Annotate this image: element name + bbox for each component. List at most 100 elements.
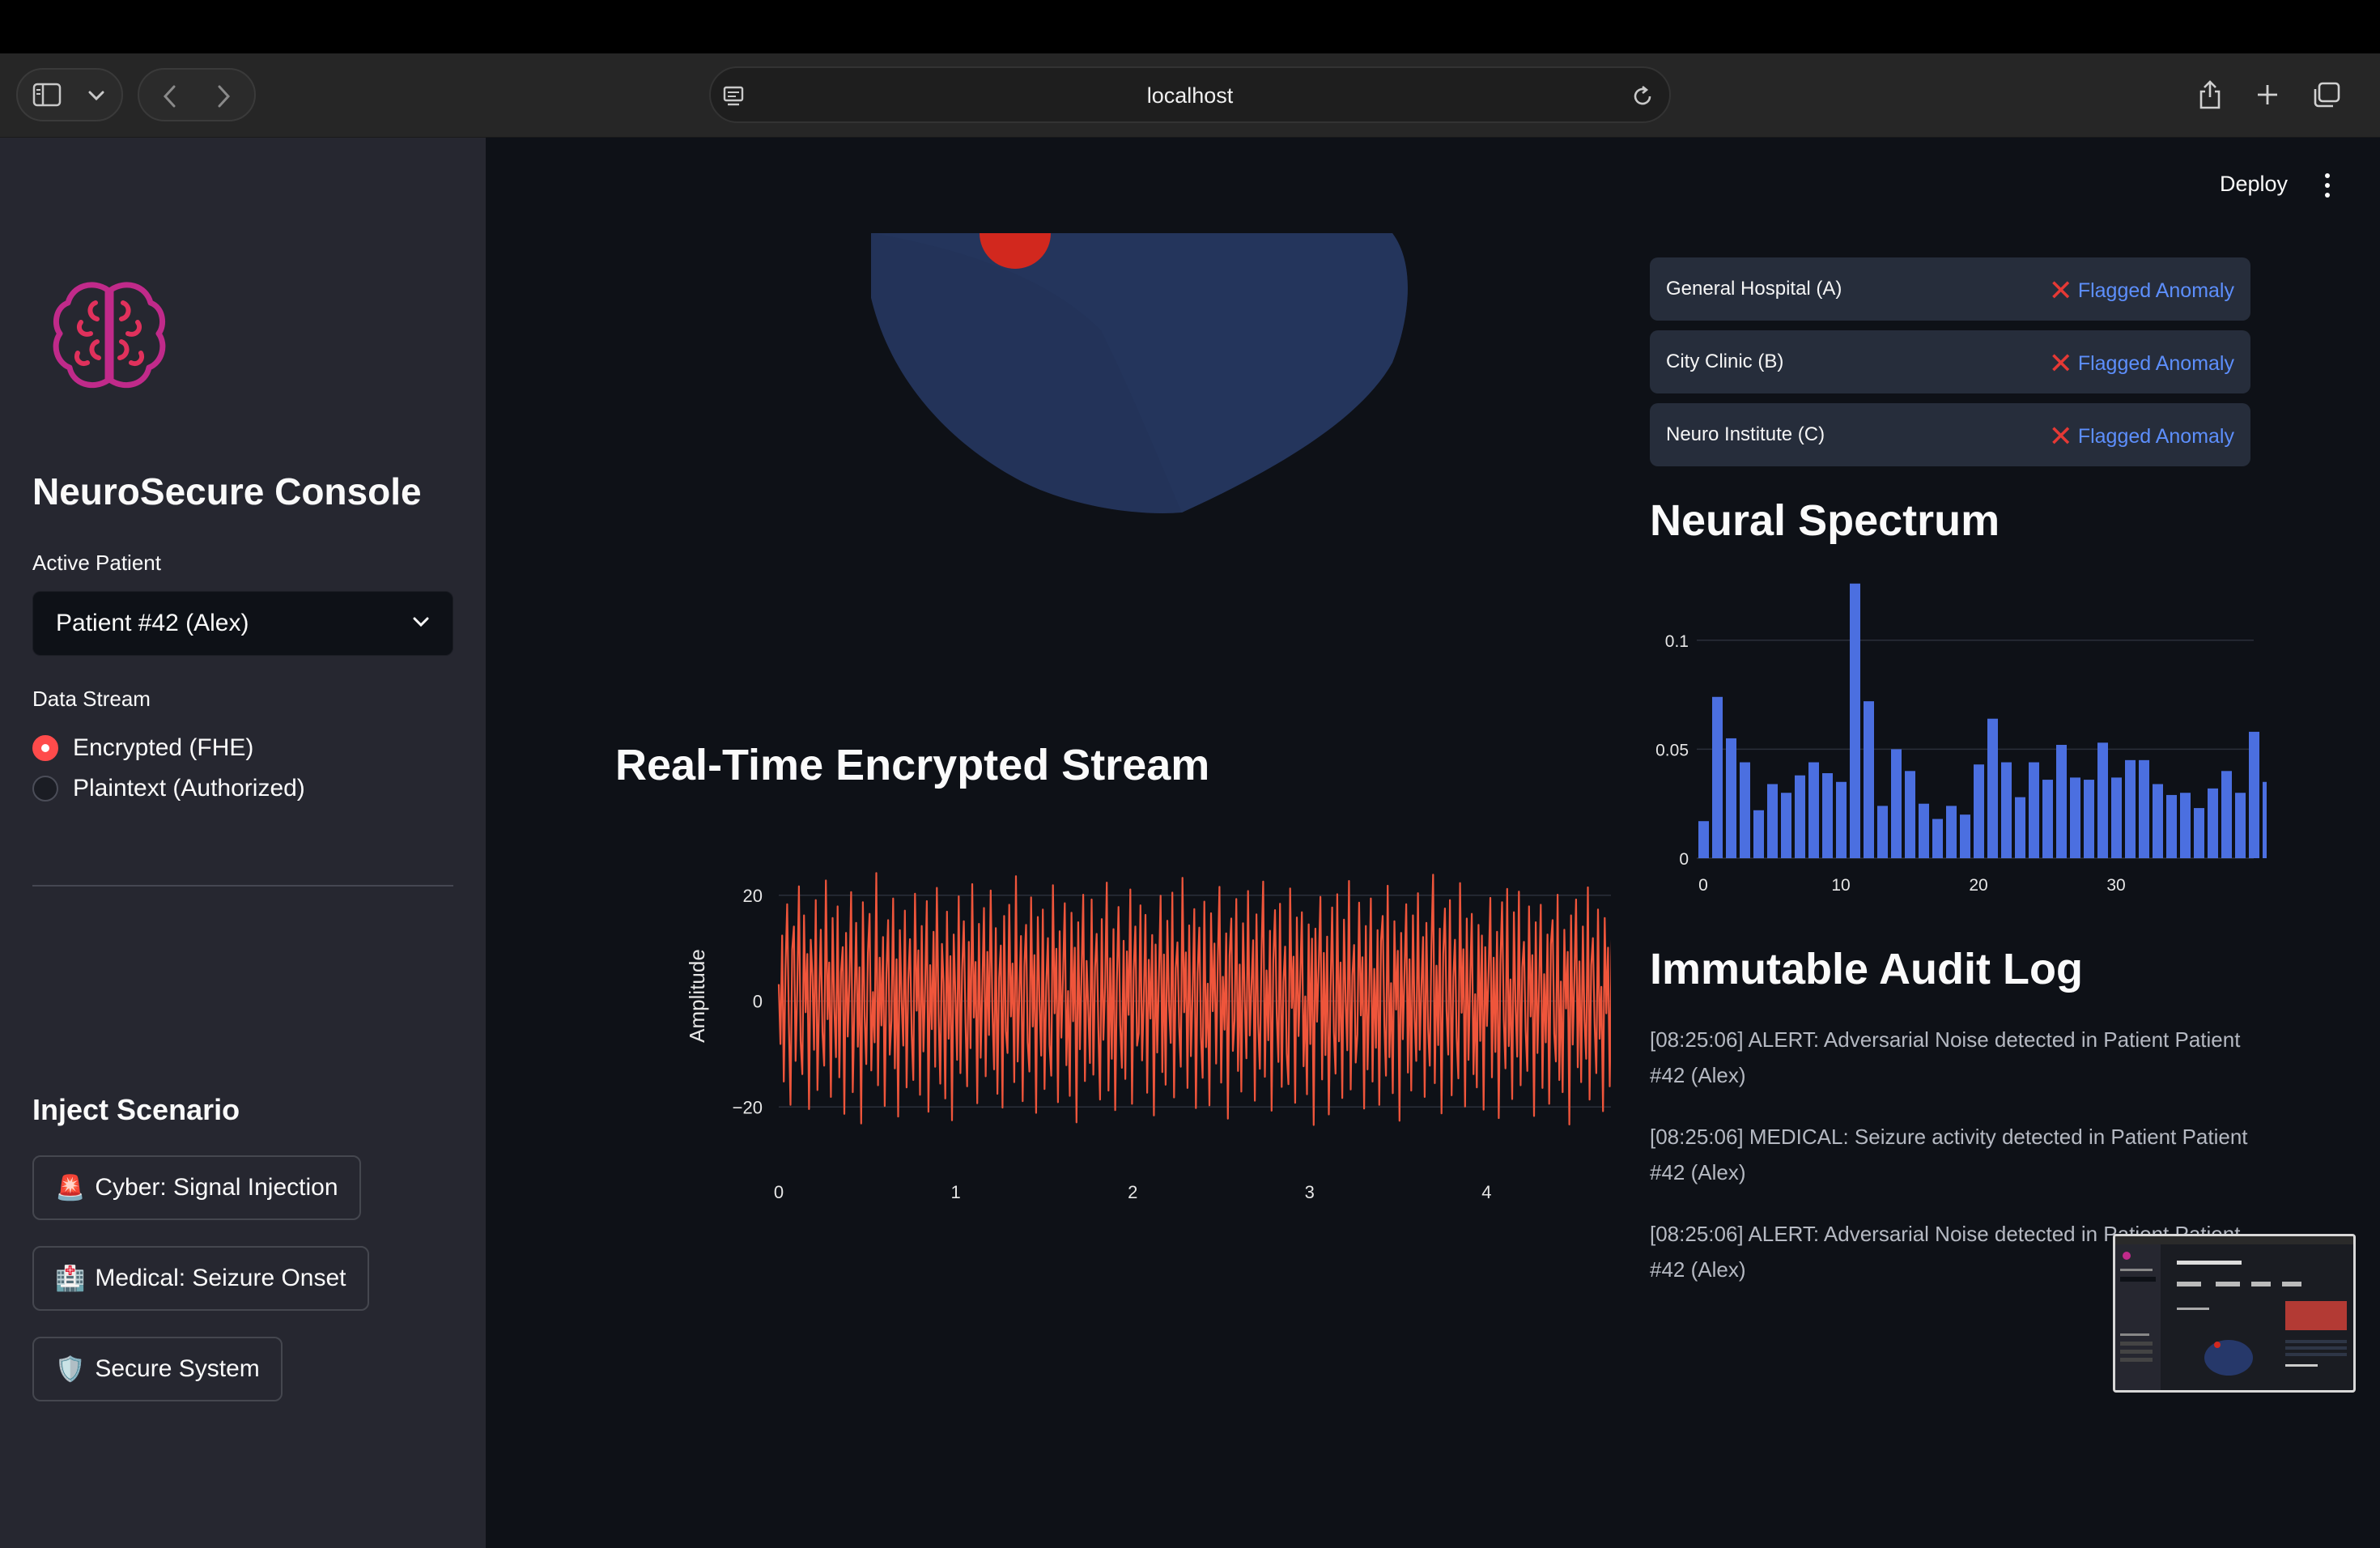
shield-icon: 🛡️ [55,1354,86,1384]
anomaly-map-3d[interactable] [858,233,1441,525]
new-tab-icon[interactable] [2255,83,2280,107]
spectrum-bar [2249,731,2259,858]
spectrum-bar [2097,742,2108,858]
patient-select-label: Active Patient [32,551,161,575]
spectrum-bar [2084,780,2094,858]
back-icon[interactable] [160,84,180,108]
spectrum-bar [1987,718,1998,858]
spectrum-bar [1946,806,1957,858]
chevron-down-icon[interactable] [87,89,105,102]
spectrum-bar [2208,788,2218,858]
spectrum-bar [1919,803,1929,858]
spectrum-bar [1726,738,1736,858]
spectrum-bar [2070,777,2080,858]
chevron-down-icon [413,617,429,627]
screenshot-thumbnail[interactable] [2113,1234,2356,1393]
spectrum-bar [1877,806,1888,858]
x-tick-label: 1 [950,1182,960,1202]
y-tick-label: 0 [1679,850,1689,869]
status-text: Flagged Anomaly [2077,351,2234,375]
spectrum-bar [2166,794,2177,858]
nav-buttons-group [138,68,256,121]
hospital-status: ✕ Flagged Anomaly [2049,349,2234,378]
hospital-name: Neuro Institute (C) [1666,423,1825,445]
stream-title: Real-Time Encrypted Stream [615,741,1210,789]
y-tick-label: 0.05 [1655,741,1689,759]
sidebar-icon[interactable] [32,83,62,107]
radio-unselected-icon[interactable] [32,776,58,802]
sidebar-title: NeuroSecure Console [32,470,422,512]
y-tick-label: −20 [733,1097,763,1117]
x-tick-label: 30 [2106,876,2125,895]
main-menu-icon[interactable] [2323,173,2331,201]
spectrum-bar [1753,810,1764,858]
spectrum-bar [1850,583,1860,858]
spectrum-title: Neural Spectrum [1650,496,2000,545]
spectrum-bar [1795,775,1805,858]
hospital-row: General Hospital (A) ✕ Flagged Anomaly [1650,257,2250,321]
y-tick-label: 0.1 [1665,632,1689,651]
sidebar-divider [32,885,453,887]
spectrum-bar [2125,759,2136,858]
forward-icon[interactable] [214,84,233,108]
radio-option-plaintext[interactable]: Plaintext (Authorized) [32,772,305,805]
share-icon[interactable] [2197,79,2223,110]
spectrum-bar [1698,821,1709,858]
spectrum-bar [2194,808,2204,858]
hospital-name: City Clinic (B) [1666,351,1784,372]
spectrum-bar [1905,771,1915,858]
sidebar-toggle-group[interactable] [16,68,123,121]
spectrum-bar [2029,762,2039,858]
spectrum-bar [2221,771,2232,858]
x-tick-label: 0 [774,1182,784,1202]
spectrum-bar [2001,762,2012,858]
x-tick-label: 2 [1128,1182,1137,1202]
spectrum-bar [1767,784,1778,858]
button-label: Secure System [95,1355,260,1382]
spectrum-bar [2263,781,2267,858]
y-tick-label: 20 [743,886,763,906]
window-top-strip [0,0,2380,53]
x-tick-label: 20 [1969,876,1987,895]
spectrum-bar [2139,759,2149,858]
cross-mark-icon: ✕ [2048,274,2073,307]
radio-selected-icon[interactable] [32,735,58,761]
deploy-button[interactable]: Deploy [2220,172,2288,197]
hospital-status: ✕ Flagged Anomaly [2049,422,2234,451]
inject-scenario-heading: Inject Scenario [32,1093,240,1126]
spectrum-bar [1822,773,1833,858]
cyber-signal-injection-button[interactable]: 🚨 Cyber: Signal Injection [32,1155,361,1220]
tab-overview-icon[interactable] [2312,81,2341,108]
audit-log-entry: [08:25:06] ALERT: Adversarial Noise dete… [1650,1027,2241,1087]
patient-select[interactable]: Patient #42 (Alex) [32,591,453,656]
stream-chart[interactable]: 200−20012345Time (s)Amplitude [615,842,1611,1214]
spectrum-bar [1808,762,1819,858]
address-bar[interactable]: localhost [709,66,1671,123]
browser-actions [2189,68,2364,121]
status-text: Flagged Anomaly [2077,279,2234,302]
y-axis-title: Amplitude [685,949,709,1043]
medical-seizure-onset-button[interactable]: 🏥 Medical: Seizure Onset [32,1246,369,1311]
radio-option-encrypted[interactable]: Encrypted (FHE) [32,732,253,764]
spectrum-bar [1740,762,1750,858]
cross-mark-icon: ✕ [2048,419,2073,453]
spectrum-bar [2015,797,2025,858]
reload-icon[interactable] [1630,84,1655,108]
spectrum-bar [2056,745,2067,858]
hospital-icon: 🏥 [55,1264,86,1293]
secure-system-button[interactable]: 🛡️ Secure System [32,1337,283,1401]
x-tick-label: 10 [1831,876,1850,895]
browser-toolbar: localhost [0,53,2380,138]
hospital-name: General Hospital (A) [1666,278,1842,300]
hospital-row: Neuro Institute (C) ✕ Flagged Anomaly [1650,403,2250,466]
x-tick-label: 3 [1305,1182,1315,1202]
thumbnail-preview-image [2115,1236,2353,1390]
spectrum-bar [1781,793,1791,858]
hospital-row: City Clinic (B) ✕ Flagged Anomaly [1650,330,2250,393]
spectrum-chart[interactable]: 0 0.05 0.1 0 10 20 30 [1635,567,2267,907]
radio-label: Plaintext (Authorized) [73,775,305,802]
siren-icon: 🚨 [55,1173,86,1202]
spectrum-bar [2042,780,2053,858]
x-tick-label: 4 [1481,1182,1491,1202]
audit-log-title: Immutable Audit Log [1650,945,2083,993]
